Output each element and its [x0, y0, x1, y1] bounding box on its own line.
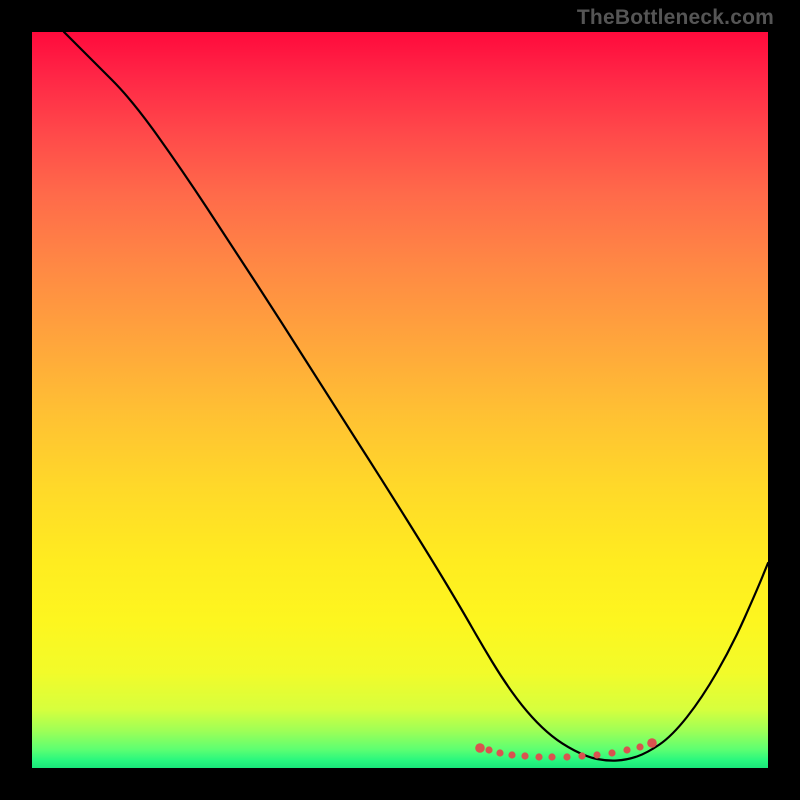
watermark-text: TheBottleneck.com	[577, 6, 774, 30]
red-dot	[535, 753, 542, 760]
red-dot	[608, 749, 615, 756]
main-black-curve	[64, 32, 768, 761]
curves-svg	[32, 32, 768, 768]
red-dot	[508, 751, 515, 758]
chart-stage: TheBottleneck.com	[0, 0, 800, 800]
red-dot	[636, 743, 643, 750]
red-dot	[563, 753, 570, 760]
red-dot	[578, 752, 585, 759]
red-dot	[496, 749, 503, 756]
red-dot	[485, 746, 492, 753]
red-dot	[548, 753, 555, 760]
red-dotted-minimum-marker	[475, 738, 657, 760]
red-dot	[623, 746, 630, 753]
red-dot	[521, 752, 528, 759]
red-dot	[475, 743, 485, 753]
main-curve-group	[64, 32, 768, 761]
plot-area	[32, 32, 768, 768]
red-dot	[593, 751, 600, 758]
red-dot	[647, 738, 657, 748]
